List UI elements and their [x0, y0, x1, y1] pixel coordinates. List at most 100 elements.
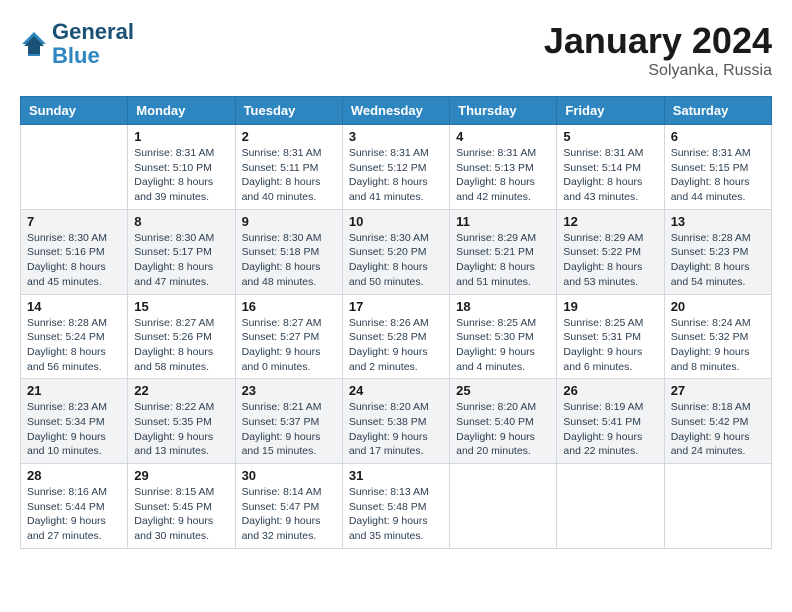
day-info: Sunrise: 8:29 AMSunset: 5:22 PMDaylight:…: [563, 231, 657, 290]
day-number: 29: [134, 468, 228, 483]
calendar-cell: [21, 125, 128, 210]
weekday-header: Wednesday: [342, 97, 449, 125]
calendar-cell: 20 Sunrise: 8:24 AMSunset: 5:32 PMDayligh…: [664, 294, 771, 379]
day-info: Sunrise: 8:20 AMSunset: 5:38 PMDaylight:…: [349, 400, 443, 459]
day-number: 16: [242, 299, 336, 314]
calendar-cell: 24 Sunrise: 8:20 AMSunset: 5:38 PMDayligh…: [342, 379, 449, 464]
logo: GeneralBlue: [20, 20, 134, 68]
day-info: Sunrise: 8:24 AMSunset: 5:32 PMDaylight:…: [671, 316, 765, 375]
day-number: 10: [349, 214, 443, 229]
calendar-cell: [450, 464, 557, 549]
calendar-cell: 13 Sunrise: 8:28 AMSunset: 5:23 PMDayligh…: [664, 209, 771, 294]
day-info: Sunrise: 8:31 AMSunset: 5:11 PMDaylight:…: [242, 146, 336, 205]
day-number: 21: [27, 383, 121, 398]
day-info: Sunrise: 8:30 AMSunset: 5:20 PMDaylight:…: [349, 231, 443, 290]
calendar-cell: 27 Sunrise: 8:18 AMSunset: 5:42 PMDayligh…: [664, 379, 771, 464]
day-info: Sunrise: 8:31 AMSunset: 5:13 PMDaylight:…: [456, 146, 550, 205]
day-number: 26: [563, 383, 657, 398]
weekday-header: Tuesday: [235, 97, 342, 125]
month-title: January 2024: [544, 20, 772, 62]
calendar-cell: 25Sunrise: 8:20 AMSunset: 5:40 PMDayligh…: [450, 379, 557, 464]
day-info: Sunrise: 8:27 AMSunset: 5:27 PMDaylight:…: [242, 316, 336, 375]
calendar-cell: 30 Sunrise: 8:14 AMSunset: 5:47 PMDayligh…: [235, 464, 342, 549]
weekday-header: Thursday: [450, 97, 557, 125]
day-info: Sunrise: 8:19 AMSunset: 5:41 PMDaylight:…: [563, 400, 657, 459]
day-number: 4: [456, 129, 550, 144]
day-number: 20: [671, 299, 765, 314]
day-info: Sunrise: 8:22 AMSunset: 5:35 PMDaylight:…: [134, 400, 228, 459]
calendar-cell: 31Sunrise: 8:13 AMSunset: 5:48 PMDayligh…: [342, 464, 449, 549]
day-info: Sunrise: 8:16 AMSunset: 5:44 PMDaylight:…: [27, 485, 121, 544]
day-number: 9: [242, 214, 336, 229]
day-info: Sunrise: 8:18 AMSunset: 5:42 PMDaylight:…: [671, 400, 765, 459]
calendar-cell: 8Sunrise: 8:30 AMSunset: 5:17 PMDaylight…: [128, 209, 235, 294]
day-info: Sunrise: 8:25 AMSunset: 5:30 PMDaylight:…: [456, 316, 550, 375]
calendar-cell: 7Sunrise: 8:30 AMSunset: 5:16 PMDaylight…: [21, 209, 128, 294]
day-number: 24: [349, 383, 443, 398]
day-info: Sunrise: 8:15 AMSunset: 5:45 PMDaylight:…: [134, 485, 228, 544]
calendar-cell: 28 Sunrise: 8:16 AMSunset: 5:44 PMDayligh…: [21, 464, 128, 549]
day-info: Sunrise: 8:20 AMSunset: 5:40 PMDaylight:…: [456, 400, 550, 459]
calendar-cell: 9Sunrise: 8:30 AMSunset: 5:18 PMDaylight…: [235, 209, 342, 294]
calendar-cell: 16 Sunrise: 8:27 AMSunset: 5:27 PMDayligh…: [235, 294, 342, 379]
day-info: Sunrise: 8:27 AMSunset: 5:26 PMDaylight:…: [134, 316, 228, 375]
calendar-cell: [664, 464, 771, 549]
day-number: 19: [563, 299, 657, 314]
calendar-cell: 14 Sunrise: 8:28 AMSunset: 5:24 PMDayligh…: [21, 294, 128, 379]
day-number: 27: [671, 383, 765, 398]
day-number: 11: [456, 214, 550, 229]
day-info: Sunrise: 8:28 AMSunset: 5:24 PMDaylight:…: [27, 316, 121, 375]
calendar-cell: 4 Sunrise: 8:31 AMSunset: 5:13 PMDaylight…: [450, 125, 557, 210]
calendar-cell: 3Sunrise: 8:31 AMSunset: 5:12 PMDaylight…: [342, 125, 449, 210]
day-info: Sunrise: 8:29 AMSunset: 5:21 PMDaylight:…: [456, 231, 550, 290]
calendar-cell: 19 Sunrise: 8:25 AMSunset: 5:31 PMDayligh…: [557, 294, 664, 379]
calendar-cell: 22 Sunrise: 8:22 AMSunset: 5:35 PMDayligh…: [128, 379, 235, 464]
calendar-cell: 2 Sunrise: 8:31 AMSunset: 5:11 PMDaylight…: [235, 125, 342, 210]
day-info: Sunrise: 8:25 AMSunset: 5:31 PMDaylight:…: [563, 316, 657, 375]
day-number: 22: [134, 383, 228, 398]
day-number: 12: [563, 214, 657, 229]
calendar-cell: 18 Sunrise: 8:25 AMSunset: 5:30 PMDayligh…: [450, 294, 557, 379]
day-number: 28: [27, 468, 121, 483]
calendar-header-row: SundayMondayTuesdayWednesdayThursdayFrid…: [21, 97, 772, 125]
calendar-cell: [557, 464, 664, 549]
calendar-cell: 6 Sunrise: 8:31 AMSunset: 5:15 PMDaylight…: [664, 125, 771, 210]
day-number: 13: [671, 214, 765, 229]
day-number: 30: [242, 468, 336, 483]
day-number: 7: [27, 214, 121, 229]
day-number: 23: [242, 383, 336, 398]
day-info: Sunrise: 8:13 AMSunset: 5:48 PMDaylight:…: [349, 485, 443, 544]
day-info: Sunrise: 8:14 AMSunset: 5:47 PMDaylight:…: [242, 485, 336, 544]
day-number: 2: [242, 129, 336, 144]
day-number: 18: [456, 299, 550, 314]
weekday-header: Sunday: [21, 97, 128, 125]
calendar-cell: 12 Sunrise: 8:29 AMSunset: 5:22 PMDayligh…: [557, 209, 664, 294]
day-info: Sunrise: 8:31 AMSunset: 5:10 PMDaylight:…: [134, 146, 228, 205]
day-number: 8: [134, 214, 228, 229]
day-info: Sunrise: 8:31 AMSunset: 5:12 PMDaylight:…: [349, 146, 443, 205]
day-info: Sunrise: 8:26 AMSunset: 5:28 PMDaylight:…: [349, 316, 443, 375]
day-number: 1: [134, 129, 228, 144]
calendar-week-row: 21 Sunrise: 8:23 AMSunset: 5:34 PMDayligh…: [21, 379, 772, 464]
day-info: Sunrise: 8:28 AMSunset: 5:23 PMDaylight:…: [671, 231, 765, 290]
logo-icon: [20, 30, 48, 58]
calendar-table: SundayMondayTuesdayWednesdayThursdayFrid…: [20, 96, 772, 549]
calendar-week-row: 7Sunrise: 8:30 AMSunset: 5:16 PMDaylight…: [21, 209, 772, 294]
day-number: 6: [671, 129, 765, 144]
location: Solyanka, Russia: [544, 62, 772, 80]
calendar-cell: 11 Sunrise: 8:29 AMSunset: 5:21 PMDayligh…: [450, 209, 557, 294]
weekday-header: Monday: [128, 97, 235, 125]
day-number: 17: [349, 299, 443, 314]
day-info: Sunrise: 8:21 AMSunset: 5:37 PMDaylight:…: [242, 400, 336, 459]
calendar-cell: 21 Sunrise: 8:23 AMSunset: 5:34 PMDayligh…: [21, 379, 128, 464]
calendar-cell: 23 Sunrise: 8:21 AMSunset: 5:37 PMDayligh…: [235, 379, 342, 464]
day-number: 14: [27, 299, 121, 314]
day-number: 5: [563, 129, 657, 144]
title-block: January 2024 Solyanka, Russia: [544, 20, 772, 80]
day-info: Sunrise: 8:23 AMSunset: 5:34 PMDaylight:…: [27, 400, 121, 459]
calendar-week-row: 28 Sunrise: 8:16 AMSunset: 5:44 PMDayligh…: [21, 464, 772, 549]
logo-text: GeneralBlue: [52, 20, 134, 68]
day-number: 15: [134, 299, 228, 314]
day-info: Sunrise: 8:31 AMSunset: 5:15 PMDaylight:…: [671, 146, 765, 205]
calendar-cell: 26 Sunrise: 8:19 AMSunset: 5:41 PMDayligh…: [557, 379, 664, 464]
